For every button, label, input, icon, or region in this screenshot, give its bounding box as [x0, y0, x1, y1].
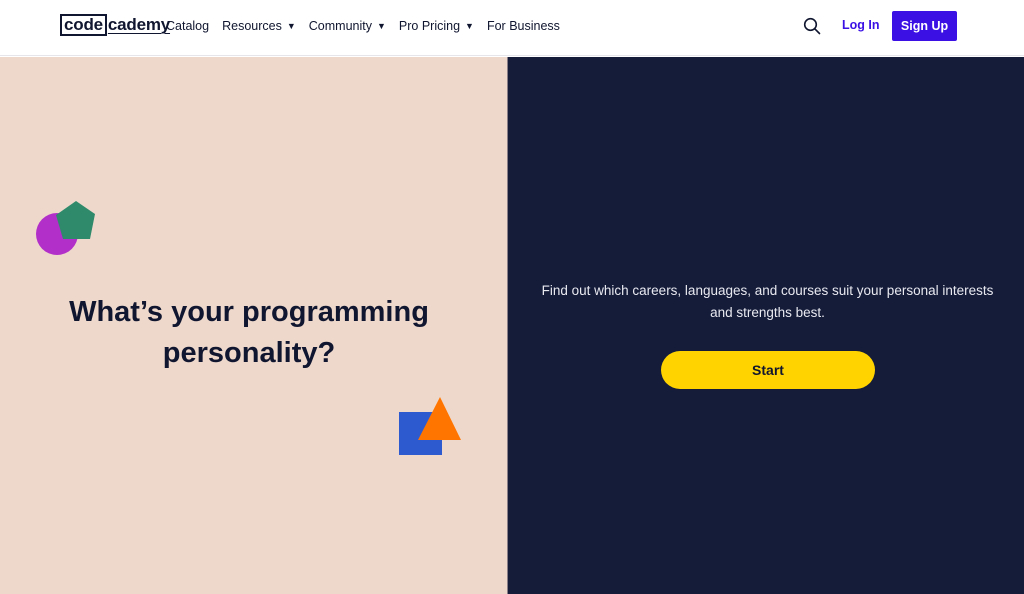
start-button[interactable]: Start — [661, 351, 875, 389]
logo-cademy: cademy — [107, 15, 171, 34]
decorative-circle-pentagon — [36, 201, 95, 255]
decorative-square-triangle — [399, 397, 461, 455]
green-pentagon-shape — [56, 201, 95, 239]
headline-line-2: personality? — [162, 337, 336, 369]
search-icon — [803, 17, 821, 35]
nav-catalog-label: Catalog — [166, 19, 210, 33]
nav-for-business[interactable]: For Business — [487, 17, 560, 35]
hero-right-panel — [508, 57, 1024, 594]
main-nav: Catalog Resources ▼ Community ▼ Pro Pric… — [166, 17, 573, 35]
search-button[interactable] — [803, 17, 821, 35]
hero-description: Find out which careers, languages, and c… — [541, 283, 994, 320]
headline-line-1: What’s your programming — [69, 296, 429, 328]
nav-community[interactable]: Community ▼ — [309, 17, 386, 35]
nav-pro-pricing-label: Pro Pricing — [398, 19, 461, 33]
nav-community-label: Community — [308, 19, 372, 33]
hero-headline: What’s your programming personality? — [40, 292, 458, 374]
signup-button[interactable]: Sign Up — [892, 11, 957, 41]
nav-for-business-label: For Business — [486, 19, 560, 33]
caret-down-icon: ▼ — [376, 21, 386, 31]
nav-catalog[interactable]: Catalog — [166, 17, 209, 35]
nav-resources[interactable]: Resources ▼ — [222, 17, 296, 35]
login-link[interactable]: Log In — [842, 18, 880, 32]
nav-pro-pricing[interactable]: Pro Pricing ▼ — [399, 17, 474, 35]
caret-down-icon: ▼ — [286, 21, 296, 31]
site-header: code cademy Catalog Resources ▼ Communit… — [0, 0, 1024, 56]
logo-code-box: code — [60, 14, 107, 36]
codecademy-logo[interactable]: code cademy — [60, 14, 170, 36]
nav-resources-label: Resources — [222, 19, 282, 33]
caret-down-icon: ▼ — [465, 21, 474, 31]
